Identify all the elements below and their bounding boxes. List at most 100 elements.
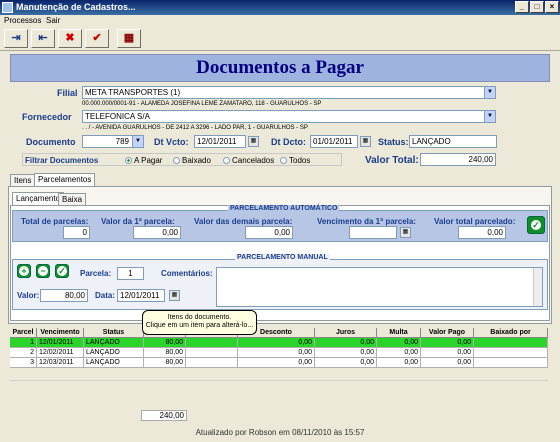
calendar-icon[interactable]: ▦ bbox=[360, 136, 371, 147]
table-row[interactable]: 1 12/01/2011 LANÇADO 80,00 0,00 0,00 0,00 0,00 bbox=[10, 338, 548, 348]
table-cell-data-baixa bbox=[186, 358, 238, 368]
dt-vcto-label: Dt Vcto: bbox=[154, 137, 189, 147]
filial-combo[interactable]: META TRANSPORTES (1) ▼ bbox=[82, 86, 496, 99]
table-cell-data-baixa bbox=[186, 348, 238, 358]
table-cell-venc: 12/03/2011 bbox=[37, 358, 84, 368]
table-cell-baixado-por bbox=[474, 338, 548, 348]
comentarios-scrollbar[interactable] bbox=[533, 268, 542, 306]
chevron-down-icon[interactable]: ▼ bbox=[132, 136, 143, 147]
valor-total-parcelado-input[interactable]: 0,00 bbox=[458, 226, 506, 239]
grid-column-header[interactable]: Status bbox=[84, 328, 144, 338]
apply-auto-button[interactable]: ✓ bbox=[527, 216, 545, 234]
confirm-parcel-button[interactable]: ✓ bbox=[55, 264, 69, 278]
maximize-button[interactable]: □ bbox=[530, 1, 544, 13]
vencimento-primeira-input[interactable] bbox=[349, 226, 397, 239]
table-cell-status: LANÇADO bbox=[84, 348, 144, 358]
table-cell-desconto: 0,00 bbox=[238, 358, 315, 368]
cancel-button[interactable]: ✖ bbox=[58, 29, 82, 48]
chevron-down-icon[interactable]: ▼ bbox=[484, 111, 495, 122]
tab-baixa[interactable]: Baixa bbox=[58, 193, 87, 205]
dt-vcto-input[interactable]: 12/01/2011 bbox=[194, 135, 246, 148]
fornecedor-address: . . / - AVENIDA GUARULHOS - DE 2412 A 32… bbox=[82, 125, 308, 131]
checkmark-icon: ✓ bbox=[57, 266, 67, 276]
data-label: Data: bbox=[95, 291, 116, 300]
documento-combo[interactable]: 789 ▼ bbox=[82, 135, 144, 148]
status-field: LANÇADO bbox=[409, 135, 497, 148]
remove-icon: ⇤ bbox=[38, 32, 48, 44]
menu-sair[interactable]: Sair bbox=[46, 16, 60, 25]
calendar-icon[interactable]: ▦ bbox=[248, 136, 259, 147]
remove-parcel-button[interactable]: − bbox=[36, 264, 50, 278]
manual-parcel-group: PARCELAMENTO MANUAL + − ✓ Parcela: 1 Com… bbox=[12, 254, 548, 310]
table-cell-valor-pago: 0,00 bbox=[421, 358, 474, 368]
calculator-button[interactable]: ▦ bbox=[117, 29, 141, 48]
fornecedor-label: Fornecedor bbox=[22, 112, 72, 122]
insert-icon: ⇥ bbox=[11, 32, 21, 44]
title-bar: Manutenção de Cadastros... _ □ × bbox=[0, 0, 560, 15]
confirm-button[interactable]: ✔ bbox=[85, 29, 109, 48]
remove-button[interactable]: ⇤ bbox=[31, 29, 55, 48]
total-parcelas-input[interactable]: 0 bbox=[63, 226, 90, 239]
dt-dcto-label: Dt Dcto: bbox=[271, 137, 306, 147]
table-cell-multa: 0,00 bbox=[377, 338, 421, 348]
grid-column-header[interactable]: Multa bbox=[377, 328, 421, 338]
table-cell-desconto: 0,00 bbox=[238, 348, 315, 358]
auto-parcel-title: PARCELAMENTO AUTOMÁTICO bbox=[228, 205, 340, 212]
grid-column-header[interactable]: Juros bbox=[315, 328, 377, 338]
insert-button[interactable]: ⇥ bbox=[4, 29, 28, 48]
valor-primeira-label: Valor da 1ª parcela: bbox=[101, 217, 175, 226]
table-cell-venc: 12/02/2011 bbox=[37, 348, 84, 358]
cancel-x-icon: ✖ bbox=[65, 32, 75, 44]
radio-cancelados[interactable]: Cancelados bbox=[223, 156, 274, 165]
table-row[interactable]: 3 12/03/2011 LANÇADO 80,00 0,00 0,00 0,00 0,00 bbox=[10, 358, 548, 368]
plus-icon: + bbox=[19, 266, 29, 276]
grid-column-header[interactable]: Parcel bbox=[10, 328, 37, 338]
close-button[interactable]: × bbox=[545, 1, 559, 13]
tab-itens[interactable]: Itens bbox=[10, 174, 36, 186]
radio-a-pagar[interactable]: A Pagar bbox=[125, 156, 162, 165]
grid-column-header[interactable]: Vencimento bbox=[37, 328, 84, 338]
calendar-icon[interactable]: ▦ bbox=[400, 227, 411, 238]
table-cell-multa: 0,00 bbox=[377, 348, 421, 358]
table-cell-data-baixa bbox=[186, 338, 238, 348]
chevron-down-icon[interactable]: ▼ bbox=[484, 87, 495, 98]
page-title: Documentos a Pagar bbox=[196, 57, 364, 78]
data-input[interactable]: 12/01/2011 bbox=[117, 289, 165, 302]
table-cell-multa: 0,00 bbox=[377, 358, 421, 368]
tab-lancamento[interactable]: Lançamento bbox=[12, 192, 65, 205]
grid-column-header[interactable]: Valor Pago bbox=[421, 328, 474, 338]
valor-input[interactable]: 80,00 bbox=[40, 289, 88, 302]
add-parcel-button[interactable]: + bbox=[17, 264, 31, 278]
table-cell-valor-pago: 0,00 bbox=[421, 348, 474, 358]
filter-label: Filtrar Documentos bbox=[25, 156, 99, 165]
grid-separator bbox=[10, 380, 548, 381]
filial-label: Filial bbox=[57, 88, 78, 98]
fornecedor-combo[interactable]: TELEFONICA S/A ▼ bbox=[82, 110, 496, 123]
status-label: Status: bbox=[378, 137, 409, 147]
table-cell-status: LANÇADO bbox=[84, 358, 144, 368]
status-bar-text: Atualizado por Robson em 08/11/2010 às 1… bbox=[195, 428, 365, 437]
comentarios-textarea[interactable] bbox=[216, 267, 543, 307]
dt-dcto-input[interactable]: 01/01/2011 bbox=[310, 135, 358, 148]
menu-processos[interactable]: Processos bbox=[4, 16, 41, 25]
grid-column-header[interactable]: Baixado por bbox=[474, 328, 548, 338]
tab-parcelamentos[interactable]: Parcelamentos bbox=[34, 173, 96, 186]
radio-baixado[interactable]: Baixado bbox=[173, 156, 211, 165]
valor-label: Valor: bbox=[17, 291, 40, 300]
parcela-input[interactable]: 1 bbox=[117, 267, 144, 280]
table-row[interactable]: 2 12/02/2011 LANÇADO 80,00 0,00 0,00 0,00 0,00 bbox=[10, 348, 548, 358]
table-cell-venc: 12/01/2011 bbox=[37, 338, 84, 348]
valor-demais-label: Valor das demais parcela: bbox=[194, 217, 293, 226]
table-cell-parcel: 1 bbox=[10, 338, 37, 348]
table-cell-baixado-por bbox=[474, 348, 548, 358]
filial-address: 00.000.000/0001-91 - ALAMEDA JOSEFINA LE… bbox=[82, 101, 322, 107]
grid-header: ParcelVencimentoStatusValorData BaixaDes… bbox=[10, 328, 548, 338]
minimize-button[interactable]: _ bbox=[515, 1, 529, 13]
vencimento-primeira-label: Vencimento da 1ª parcela: bbox=[317, 217, 416, 226]
valor-demais-input[interactable]: 0,00 bbox=[245, 226, 293, 239]
calendar-icon[interactable]: ▦ bbox=[169, 290, 180, 301]
radio-todos[interactable]: Todos bbox=[280, 156, 310, 165]
grid-total: 240,00 bbox=[141, 410, 187, 421]
valor-primeira-input[interactable]: 0,00 bbox=[133, 226, 181, 239]
documento-value: 789 bbox=[115, 137, 129, 146]
